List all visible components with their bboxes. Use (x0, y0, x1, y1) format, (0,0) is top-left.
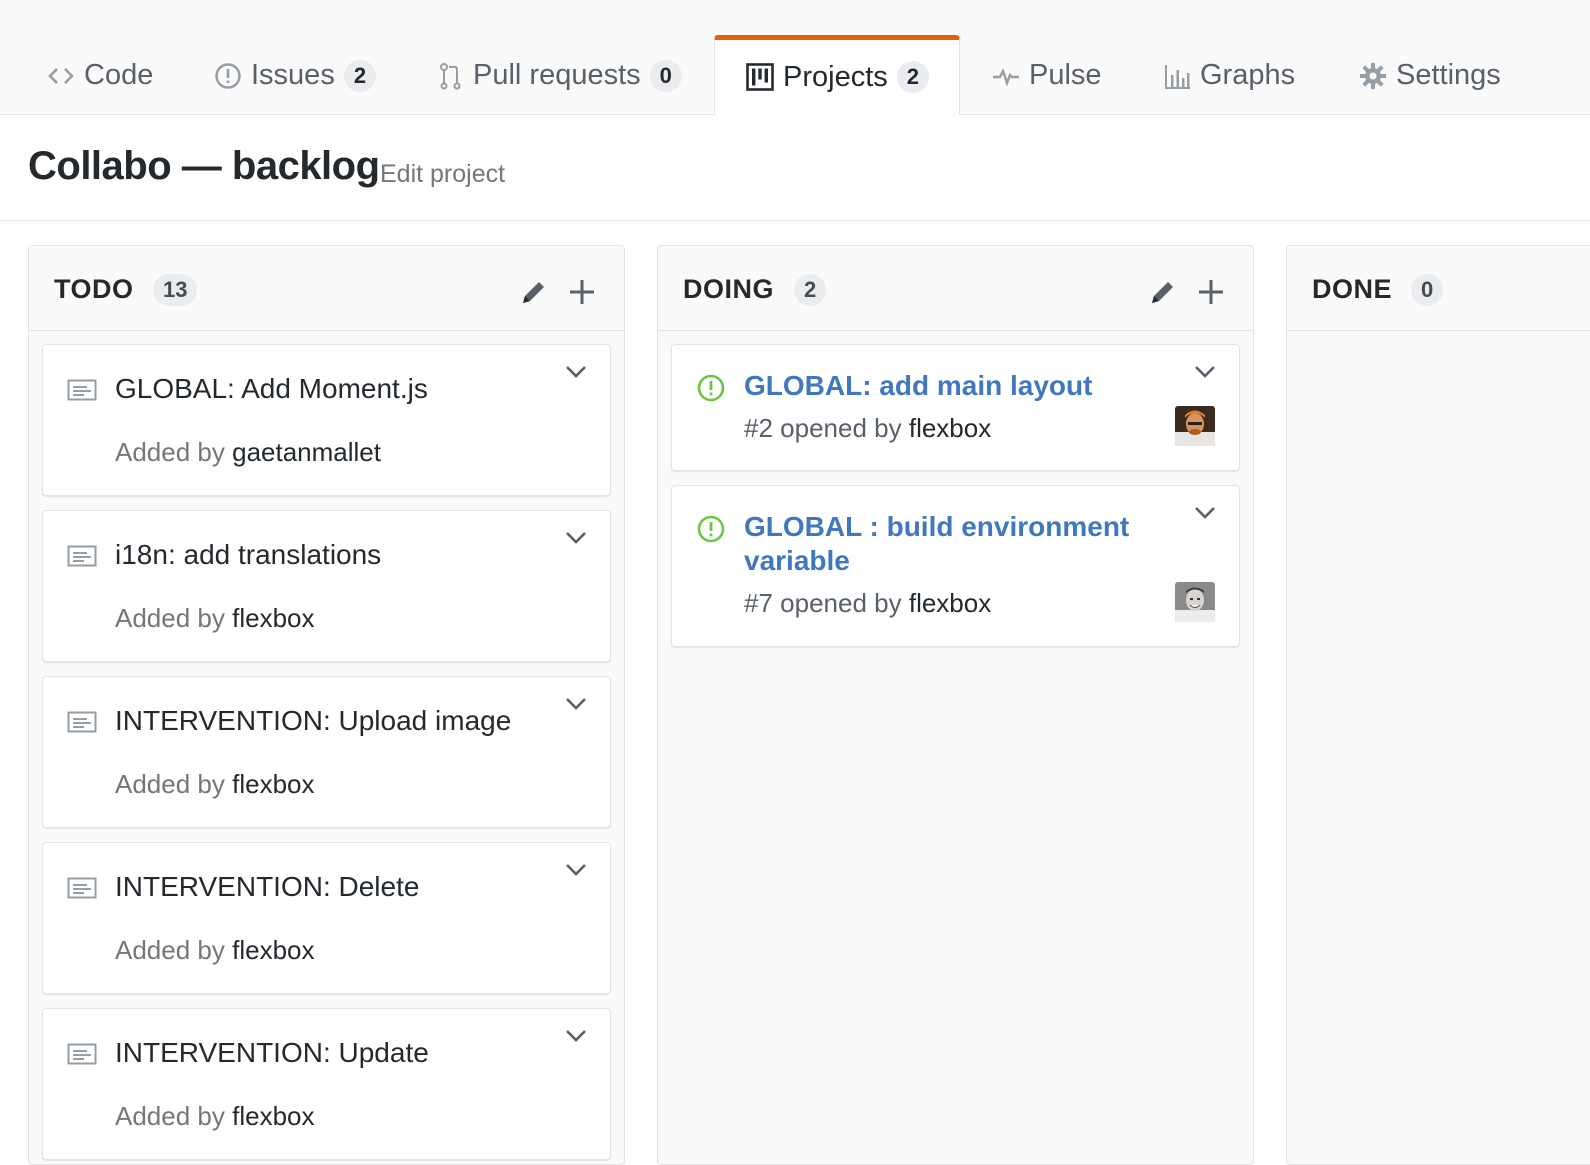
issue-number: #2 (744, 413, 773, 443)
note-card[interactable]: INTERVENTION: Delete Added by flexbox (42, 842, 611, 994)
tab-code-label: Code (84, 59, 154, 91)
issue-opened-icon (697, 515, 725, 543)
tab-settings-label: Settings (1396, 59, 1501, 91)
column-count: 13 (153, 274, 198, 306)
card-meta: Added by flexbox (115, 603, 315, 634)
tab-projects[interactable]: Projects 2 (714, 35, 961, 115)
note-icon (67, 545, 97, 567)
issue-meta: #7 opened by flexbox (744, 588, 991, 619)
card-user[interactable]: flexbox (232, 935, 314, 965)
tab-issues[interactable]: Issues 2 (213, 36, 377, 115)
added-by-label: Added by (115, 1101, 225, 1131)
card-title: GLOBAL: Add Moment.js (115, 373, 428, 404)
card-title: INTERVENTION: Update (115, 1037, 429, 1068)
note-icon (67, 1043, 97, 1065)
git-pull-request-icon (435, 61, 465, 91)
issue-user[interactable]: flexbox (909, 588, 991, 618)
avatar[interactable] (1175, 582, 1215, 622)
column-doing: DOING 2 GLOBAL: add main layout #2 opene… (657, 245, 1254, 1165)
plus-icon[interactable] (567, 277, 597, 307)
edit-project-link[interactable]: Edit project (380, 160, 505, 189)
opened-by-label: opened by (780, 413, 902, 443)
card-user[interactable]: flexbox (232, 603, 314, 633)
note-icon (67, 379, 97, 401)
issue-opened-icon (213, 61, 243, 91)
tab-settings[interactable]: Settings (1358, 36, 1501, 115)
tab-graphs[interactable]: Graphs (1162, 36, 1295, 115)
pencil-icon[interactable] (519, 277, 549, 307)
chevron-down-icon[interactable] (564, 529, 588, 547)
column-name: TODO (54, 274, 134, 304)
pencil-icon[interactable] (1148, 277, 1178, 307)
chevron-down-icon[interactable] (1193, 363, 1217, 381)
column-count: 0 (1411, 274, 1444, 306)
column-header: DONE 0 (1287, 246, 1590, 331)
chevron-down-icon[interactable] (564, 861, 588, 879)
opened-by-label: opened by (780, 588, 902, 618)
column-name: DOING (683, 274, 775, 304)
column-done: DONE 0 (1286, 245, 1590, 1165)
tab-projects-count: 2 (896, 61, 930, 93)
tab-graphs-label: Graphs (1200, 59, 1296, 91)
issue-meta: #2 opened by flexbox (744, 413, 991, 444)
issue-title-link[interactable]: GLOBAL: add main layout (744, 369, 1144, 403)
project-board: TODO 13 GLOBAL: Add Moment.js Added by g… (0, 222, 1590, 1165)
project-header: Collabo — backlog Edit project (0, 116, 1590, 221)
chevron-down-icon[interactable] (1193, 504, 1217, 522)
issue-user[interactable]: flexbox (909, 413, 991, 443)
column-header: TODO 13 (29, 246, 624, 331)
note-card[interactable]: i18n: add translations Added by flexbox (42, 510, 611, 662)
tab-pulse[interactable]: Pulse (991, 36, 1102, 115)
tab-pull-requests-label: Pull requests (473, 59, 641, 91)
added-by-label: Added by (115, 437, 225, 467)
avatar[interactable] (1175, 406, 1215, 446)
issue-opened-icon (697, 374, 725, 402)
project-icon (745, 62, 775, 92)
note-icon (67, 711, 97, 733)
issue-number: #7 (744, 588, 773, 618)
pulse-icon (991, 61, 1021, 91)
project-title: Collabo — backlog (28, 144, 380, 188)
tab-pull-requests-count: 0 (649, 59, 682, 92)
issue-title-link[interactable]: GLOBAL : build environment variable (744, 510, 1144, 578)
column-count: 2 (794, 274, 827, 306)
column-name: DONE (1312, 274, 1393, 304)
chevron-down-icon[interactable] (564, 1027, 588, 1045)
card-user[interactable]: flexbox (232, 1101, 314, 1131)
tab-projects-label: Projects (783, 60, 888, 93)
chevron-down-icon[interactable] (564, 363, 588, 381)
code-icon (46, 61, 76, 91)
card-meta: Added by gaetanmallet (115, 437, 381, 468)
card-meta: Added by flexbox (115, 1101, 315, 1132)
plus-icon[interactable] (1196, 277, 1226, 307)
card-title: i18n: add translations (115, 539, 382, 570)
card-meta: Added by flexbox (115, 769, 315, 800)
column-todo: TODO 13 GLOBAL: Add Moment.js Added by g… (28, 245, 625, 1165)
card-title: INTERVENTION: Upload image (115, 705, 512, 736)
added-by-label: Added by (115, 769, 225, 799)
issue-card[interactable]: GLOBAL: add main layout #2 opened by fle… (671, 344, 1240, 471)
note-card[interactable]: GLOBAL: Add Moment.js Added by gaetanmal… (42, 344, 611, 496)
tab-pull-requests[interactable]: Pull requests 0 (435, 36, 682, 115)
tab-pulse-label: Pulse (1029, 59, 1102, 91)
card-title: INTERVENTION: Delete (115, 871, 420, 902)
note-card[interactable]: INTERVENTION: Update Added by flexbox (42, 1008, 611, 1160)
card-user[interactable]: flexbox (232, 769, 314, 799)
repo-nav-tabs: Code Issues 2 Pull requests 0 Projects 2… (0, 0, 1590, 115)
issue-card[interactable]: GLOBAL : build environment variable #7 o… (671, 485, 1240, 647)
gear-icon (1358, 61, 1388, 91)
card-user[interactable]: gaetanmallet (232, 437, 381, 467)
tab-issues-count: 2 (343, 59, 377, 92)
card-meta: Added by flexbox (115, 935, 315, 966)
added-by-label: Added by (115, 935, 225, 965)
note-icon (67, 877, 97, 899)
tab-issues-label: Issues (251, 59, 335, 91)
added-by-label: Added by (115, 603, 225, 633)
chevron-down-icon[interactable] (564, 695, 588, 713)
tab-code[interactable]: Code (46, 36, 153, 115)
column-header: DOING 2 (658, 246, 1253, 331)
note-card[interactable]: INTERVENTION: Upload image Added by flex… (42, 676, 611, 828)
graph-icon (1162, 61, 1192, 91)
